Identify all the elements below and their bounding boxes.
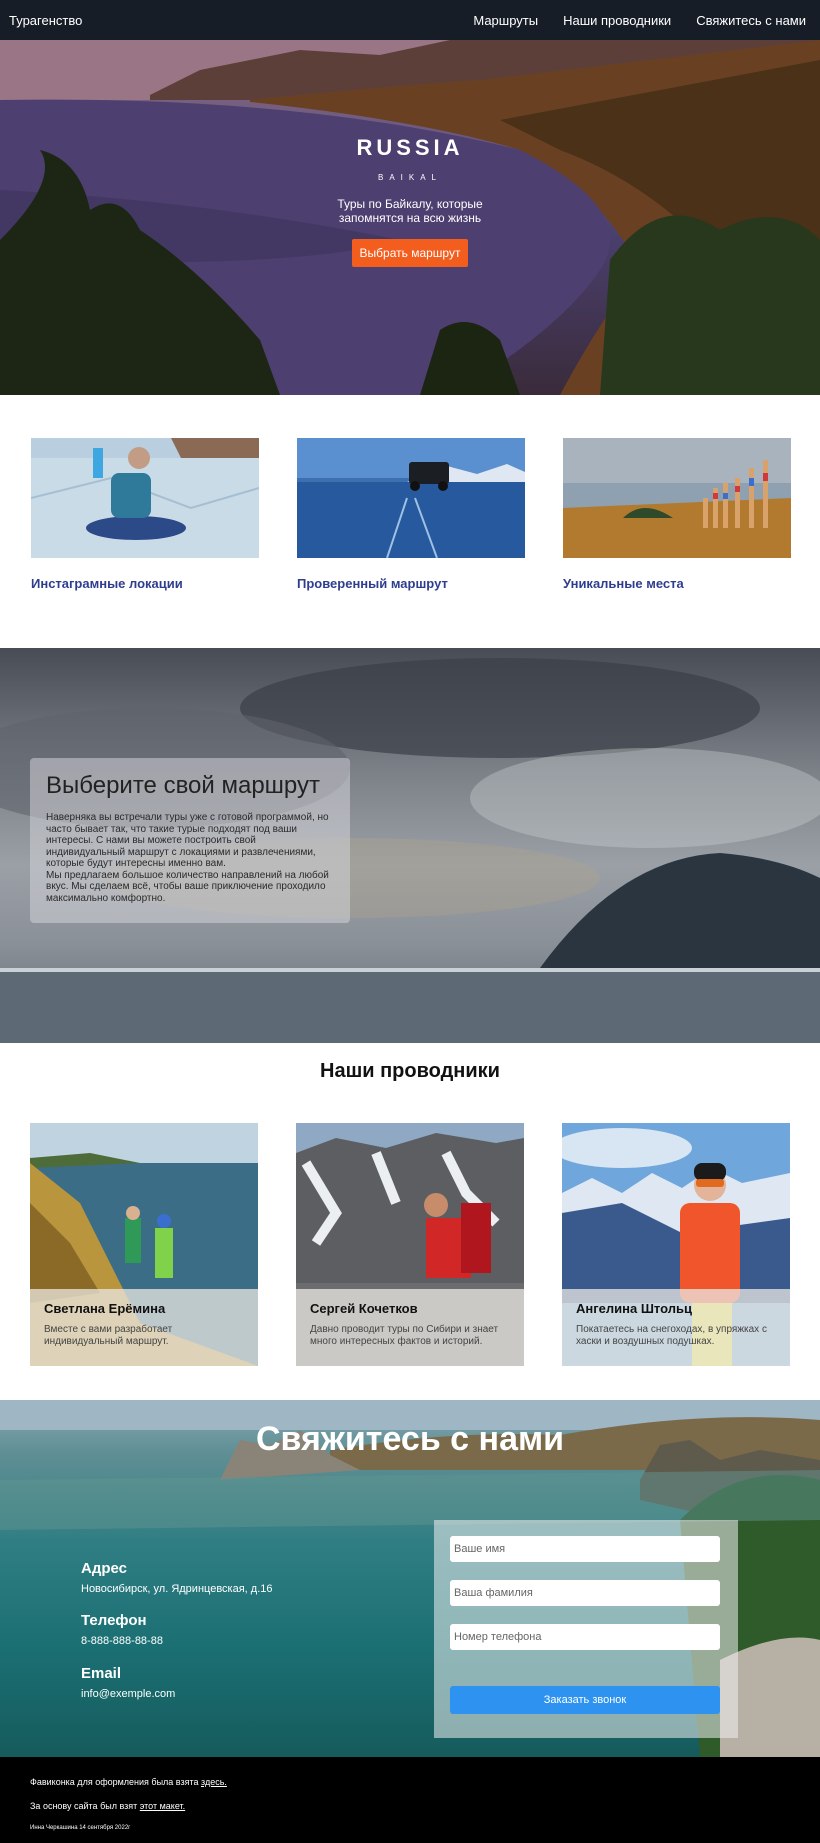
route-section: Выберите свой маршрут Наверняка вы встре…: [0, 648, 820, 1043]
address-label: Адрес: [81, 1560, 128, 1577]
guides-section: Наши проводники Светлана Ерёмина Вместе …: [0, 1043, 820, 1400]
guide-overlay: Ангелина Штольц Покатаетесь на снегохода…: [562, 1289, 790, 1366]
phone-label: Телефон: [81, 1612, 147, 1629]
feature-image-posts: [563, 438, 791, 558]
phone-input[interactable]: [450, 1624, 720, 1650]
footer-base-line: За основу сайта был взят этот макет.: [30, 1801, 185, 1811]
hero-section: RUSSIA BAIKAL Туры по Байкалу, которые з…: [0, 40, 820, 395]
top-nav: Турагенство Маршруты Наши проводники Свя…: [0, 0, 820, 40]
address-block: Адрес Новосибирск, ул. Ядринцевская, д.1…: [81, 1560, 273, 1595]
hero-subtitle: BAIKAL: [377, 173, 442, 182]
guide-name: Ангелина Штольц: [576, 1301, 692, 1316]
guide-overlay: Светлана Ерёмина Вместе с вами разработа…: [30, 1289, 258, 1366]
footer: Фавиконка для оформления была взята здес…: [0, 1757, 820, 1843]
guide-card: Ангелина Штольц Покатаетесь на снегохода…: [562, 1123, 790, 1366]
footer-favicon-link[interactable]: здесь.: [201, 1777, 227, 1787]
nav-links: Маршруты Наши проводники Свяжитесь с нам…: [473, 13, 806, 28]
contact-section: Свяжитесь с нами Адрес Новосибирск, ул. …: [0, 1400, 820, 1757]
guides-title: Наши проводники: [320, 1060, 500, 1082]
guide-name: Светлана Ерёмина: [44, 1301, 166, 1316]
guide-overlay: Сергей Кочетков Давно проводит туры по С…: [296, 1289, 524, 1366]
guide-name: Сергей Кочетков: [310, 1301, 418, 1316]
guide-desc: Покатаетесь на снегоходах, в упряжках с …: [576, 1324, 767, 1347]
hero-title: RUSSIA: [356, 135, 464, 160]
brand-logo[interactable]: Турагенство: [9, 13, 82, 28]
nav-link-guides[interactable]: Наши проводники: [563, 13, 671, 28]
feature-caption: Проверенный маршрут: [297, 576, 448, 591]
nav-link-routes[interactable]: Маршруты: [473, 13, 538, 28]
feature-card: Уникальные места: [563, 438, 791, 591]
phone-block: Телефон 8-888-888-88-88: [81, 1612, 163, 1647]
email-value: info@exemple.com: [81, 1688, 176, 1700]
feature-caption: Уникальные места: [563, 576, 684, 591]
feature-image-ice: [31, 438, 259, 558]
feature-caption: Инстаграмные локации: [31, 576, 183, 591]
phone-value: 8-888-888-88-88: [81, 1635, 163, 1647]
route-title: Выберите свой маршрут: [46, 772, 320, 799]
feature-image-car: [297, 438, 525, 558]
choose-route-button[interactable]: Выбрать маршрут: [351, 239, 469, 267]
footer-favicon-line: Фавиконка для оформления была взята здес…: [30, 1777, 227, 1787]
address-value: Новосибирск, ул. Ядринцевская, д.16: [81, 1583, 273, 1595]
guide-desc: Вместе с вами разработает индивидуальный…: [44, 1324, 173, 1347]
footer-base-text: За основу сайта был взят: [30, 1801, 140, 1811]
guide-card: Сергей Кочетков Давно проводит туры по С…: [296, 1123, 524, 1366]
email-label: Email: [81, 1665, 122, 1682]
name-input[interactable]: [450, 1536, 720, 1562]
guide-desc: Давно проводит туры по Сибири и знает мн…: [310, 1324, 499, 1347]
feature-card: Проверенный маршрут: [297, 438, 525, 591]
callback-form: Заказать звонок: [434, 1520, 738, 1738]
route-text: Наверняка вы встречали туры уже с готово…: [46, 812, 334, 904]
features-section: Инстаграмные локации Проверенный маршрут: [0, 395, 820, 648]
surname-input[interactable]: [450, 1580, 720, 1606]
hero-content: RUSSIA BAIKAL Туры по Байкалу, которые з…: [0, 135, 820, 267]
feature-card: Инстаграмные локации: [31, 438, 259, 591]
hero-tagline: Туры по Байкалу, которые запомнятся на в…: [337, 197, 483, 225]
route-paragraph: Наверняка вы встречали туры уже с готово…: [46, 812, 329, 869]
footer-credit: Инна Черкашина 14 сентября 2022г: [30, 1825, 131, 1831]
request-call-button[interactable]: Заказать звонок: [450, 1686, 720, 1714]
email-block: Email info@exemple.com: [81, 1665, 175, 1700]
route-paragraph: Мы предлагаем большое количество направл…: [46, 869, 329, 904]
nav-link-contact[interactable]: Свяжитесь с нами: [696, 13, 806, 28]
guide-card: Светлана Ерёмина Вместе с вами разработа…: [30, 1123, 258, 1366]
footer-favicon-text: Фавиконка для оформления была взята: [30, 1777, 202, 1787]
footer-base-link[interactable]: этот макет.: [140, 1801, 185, 1811]
route-card: Выберите свой маршрут Наверняка вы встре…: [30, 758, 350, 923]
contact-title: Свяжитесь с нами: [255, 1420, 565, 1458]
